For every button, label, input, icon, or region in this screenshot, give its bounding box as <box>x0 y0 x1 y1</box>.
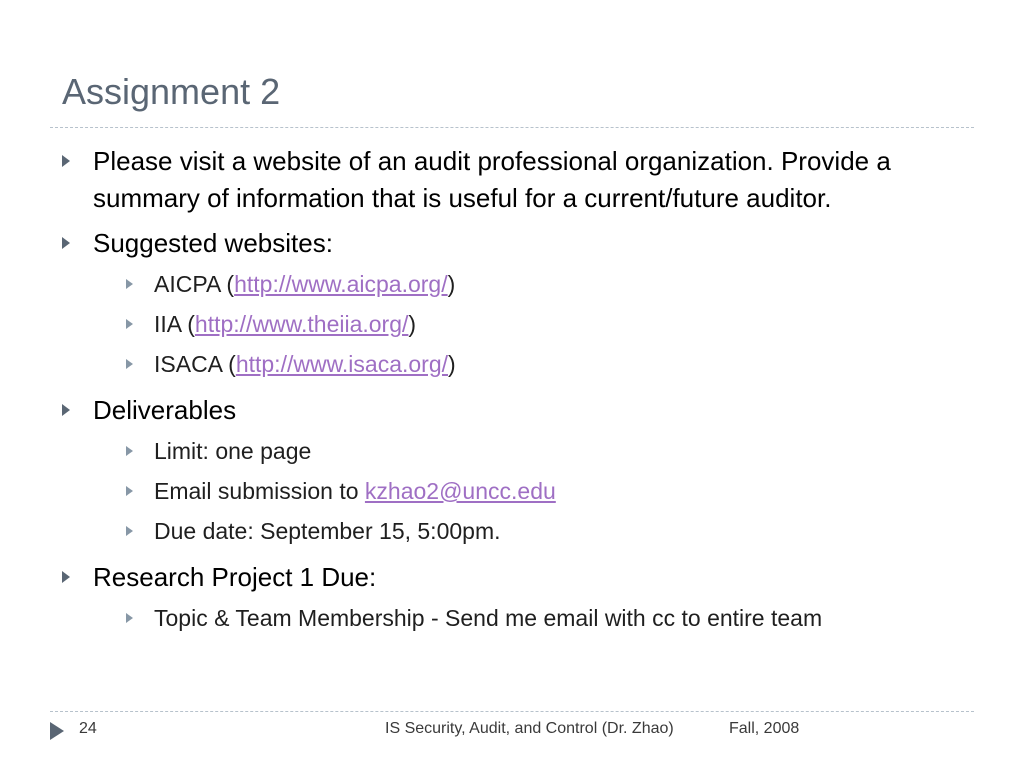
sub-bullet-text: Topic & Team Membership - Send me email … <box>154 605 823 631</box>
sub-bullet-aicpa: AICPA (http://www.aicpa.org/) <box>93 264 962 304</box>
footer-term: Fall, 2008 <box>729 720 800 737</box>
title-divider <box>50 127 974 128</box>
sub-bullet-list: AICPA (http://www.aicpa.org/) IIA (http:… <box>93 264 962 384</box>
sub-bullet-topic-team: Topic & Team Membership - Send me email … <box>93 598 962 638</box>
triangle-right-icon <box>62 571 70 583</box>
triangle-right-icon <box>126 613 133 623</box>
bullet-text: Please visit a website of an audit profe… <box>93 146 891 213</box>
triangle-right-icon <box>62 155 70 167</box>
sub-bullet-text: Due date: September 15, 5:00pm. <box>154 518 501 544</box>
bullet-item-assignment: Please visit a website of an audit profe… <box>62 143 962 217</box>
isaca-link[interactable]: http://www.isaca.org/ <box>236 351 448 377</box>
triangle-right-icon <box>50 722 64 740</box>
triangle-right-icon <box>62 404 70 416</box>
triangle-right-icon <box>126 486 133 496</box>
sub-bullet-text: Limit: one page <box>154 438 312 464</box>
slide: Assignment 2 Please visit a website of a… <box>0 0 1024 768</box>
sub-bullet-email-submission: Email submission to kzhao2@uncc.edu <box>93 471 962 511</box>
email-link[interactable]: kzhao2@uncc.edu <box>365 478 556 504</box>
triangle-right-icon <box>126 526 133 536</box>
bullet-text: Deliverables <box>93 395 237 425</box>
sub-bullet-prefix: AICPA ( <box>154 271 235 297</box>
footer-course-title: IS Security, Audit, and Control (Dr. Zha… <box>385 720 674 737</box>
bullet-item-suggested-websites: Suggested websites: AICPA (http://www.ai… <box>62 225 962 384</box>
slide-title: Assignment 2 <box>62 71 281 112</box>
bullet-text: Suggested websites: <box>93 228 333 258</box>
triangle-right-icon <box>126 279 133 289</box>
bullet-text: Research Project 1 Due: <box>93 562 377 592</box>
sub-bullet-suffix: ) <box>408 311 417 337</box>
triangle-right-icon <box>126 319 133 329</box>
sub-bullet-suffix: ) <box>448 351 456 377</box>
sub-bullet-prefix: Email submission to <box>154 478 365 504</box>
triangle-right-icon <box>126 446 133 456</box>
triangle-right-icon <box>126 359 133 369</box>
aicpa-link[interactable]: http://www.aicpa.org/ <box>234 271 448 297</box>
bullet-item-research-project: Research Project 1 Due: Topic & Team Mem… <box>62 559 962 638</box>
triangle-right-icon <box>62 237 70 249</box>
sub-bullet-list: Topic & Team Membership - Send me email … <box>93 598 962 638</box>
sub-bullet-due-date: Due date: September 15, 5:00pm. <box>93 511 962 551</box>
sub-bullet-isaca: ISACA (http://www.isaca.org/) <box>93 344 962 384</box>
page-number: 24 <box>79 720 97 737</box>
slide-body: Please visit a website of an audit profe… <box>62 143 962 638</box>
sub-bullet-list: Limit: one page Email submission to kzha… <box>93 431 962 551</box>
footer-divider <box>50 711 974 712</box>
sub-bullet-suffix: ) <box>447 271 456 297</box>
sub-bullet-iia: IIA (http://www.theiia.org/) <box>93 304 962 344</box>
sub-bullet-limit: Limit: one page <box>93 431 962 471</box>
sub-bullet-prefix: IIA ( <box>154 311 195 337</box>
iia-link[interactable]: http://www.theiia.org/ <box>195 311 409 337</box>
bullet-item-deliverables: Deliverables Limit: one page Email submi… <box>62 392 962 551</box>
sub-bullet-prefix: ISACA ( <box>154 351 236 377</box>
